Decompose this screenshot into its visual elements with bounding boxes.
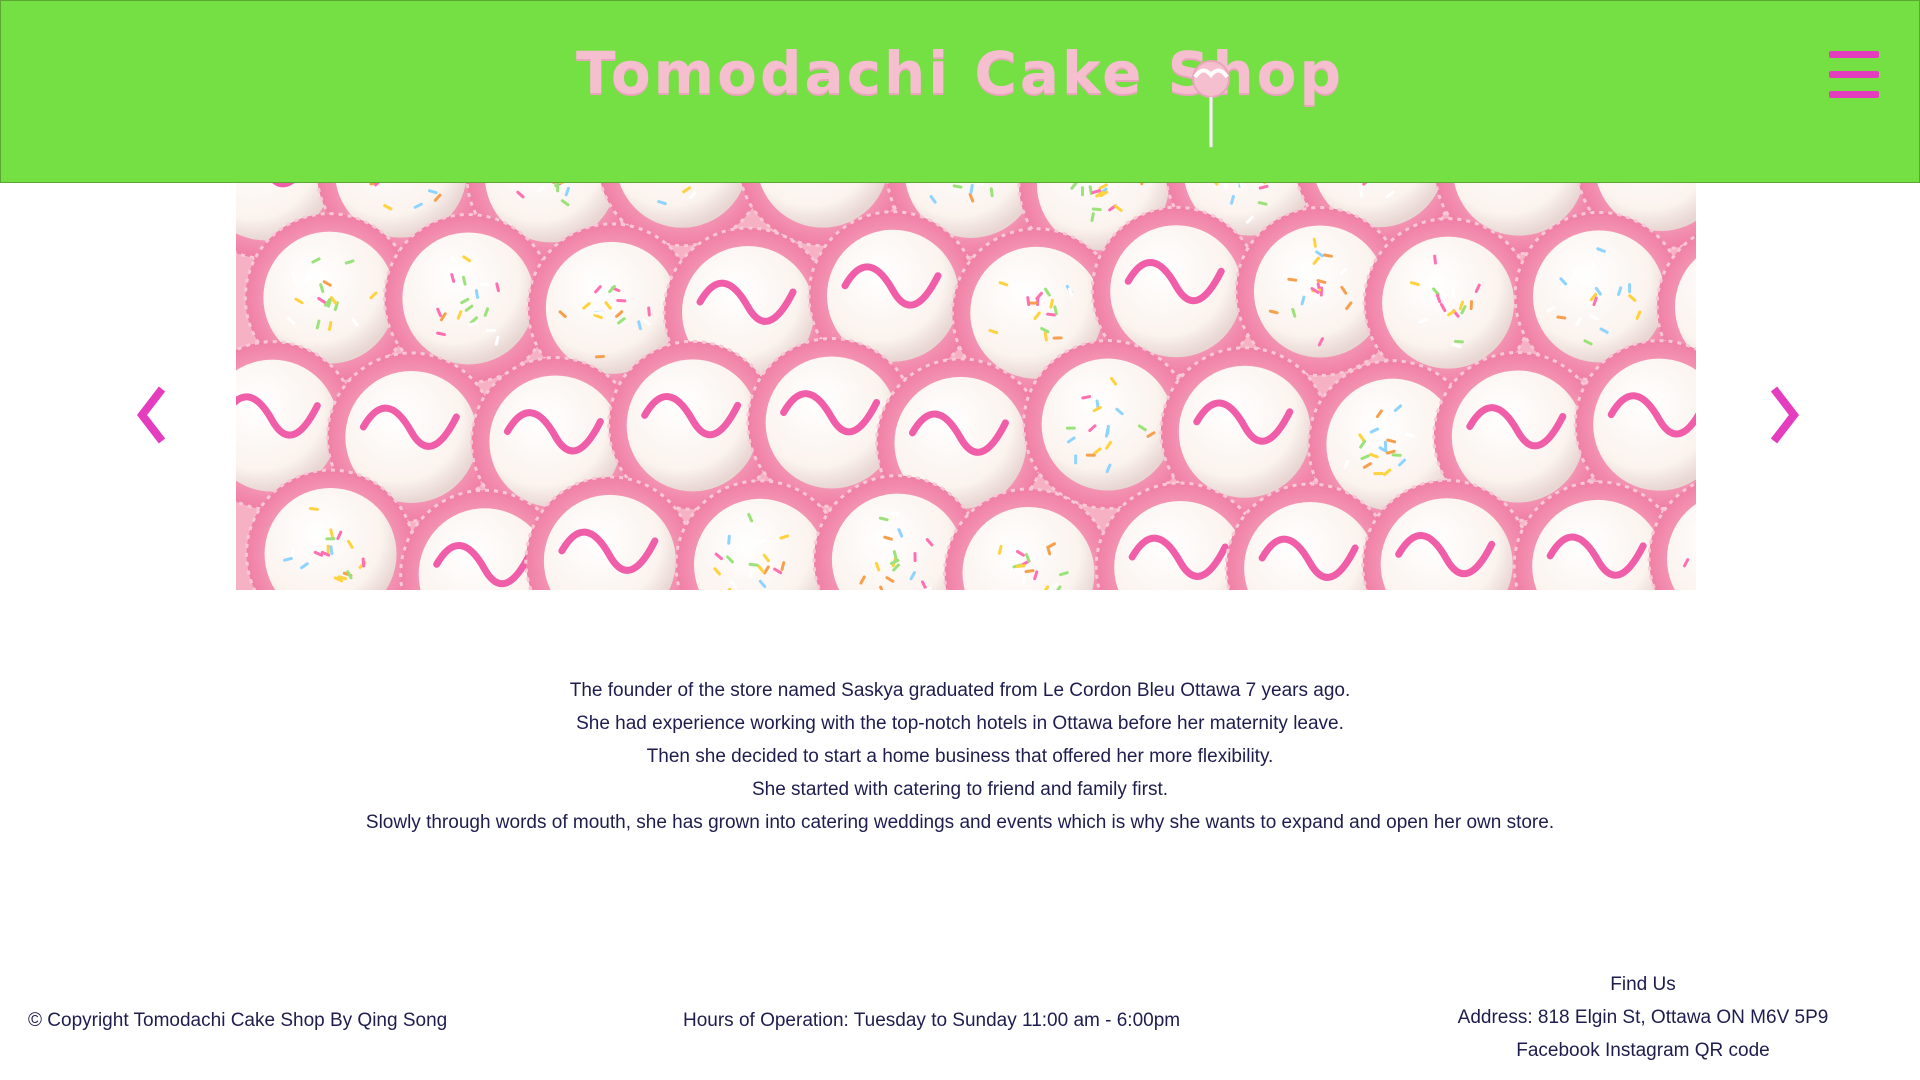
hours-of-operation: Hours of Operation: Tuesday to Sunday 11…	[683, 1010, 1181, 1031]
about-line: The founder of the store named Saskya gr…	[569, 680, 1351, 701]
menu-bar	[1829, 71, 1879, 78]
find-us-title: Find Us	[1610, 974, 1676, 995]
hamburger-menu-icon[interactable]	[1829, 51, 1879, 107]
menu-bar	[1829, 91, 1879, 98]
about-line: She started with catering to friend and …	[751, 779, 1169, 800]
instagram-link[interactable]: Instagram	[1605, 1040, 1689, 1061]
facebook-link[interactable]: Facebook	[1516, 1040, 1599, 1061]
site-footer: © Copyright Tomodachi Cake Shop By Qing …	[0, 960, 1920, 1070]
image-carousel	[0, 183, 1920, 590]
site-header: Tomodachi Cake Shop	[0, 0, 1920, 183]
carousel-slide-image	[236, 183, 1696, 590]
social-links: Facebook Instagram QR code	[1440, 1034, 1846, 1067]
about-line: Slowly through words of mouth, she has g…	[365, 812, 1555, 833]
chevron-left-icon[interactable]	[132, 383, 172, 447]
about-line: She had experience working with the top-…	[576, 713, 1344, 734]
address-text: Address: 818 Elgin St, Ottawa ON M6V 5P9	[1457, 1007, 1829, 1028]
about-line: Then she decided to start a home busines…	[646, 746, 1274, 767]
find-us-block: Find Us Address: 818 Elgin St, Ottawa ON…	[1440, 968, 1846, 1067]
site-logo[interactable]: Tomodachi Cake Shop	[1, 39, 1919, 107]
menu-bar	[1829, 51, 1879, 58]
qr-code-link[interactable]: QR code	[1695, 1040, 1770, 1061]
cake-pop-icon	[1192, 60, 1230, 148]
about-section: The founder of the store named Saskya gr…	[0, 674, 1920, 839]
chevron-right-icon[interactable]	[1764, 383, 1804, 447]
copyright-text: © Copyright Tomodachi Cake Shop By Qing …	[28, 1010, 448, 1031]
cake-pops-photo	[236, 183, 1696, 590]
